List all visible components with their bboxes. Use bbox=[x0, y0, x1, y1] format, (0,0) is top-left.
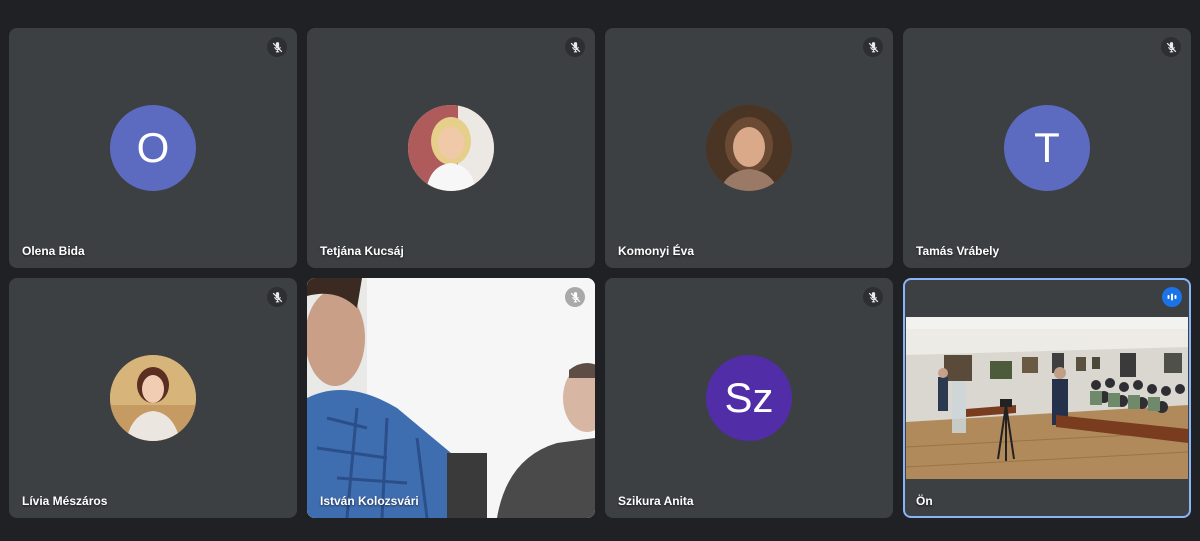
profile-photo bbox=[408, 105, 494, 191]
self-tile[interactable]: Ön bbox=[903, 278, 1191, 518]
participant-tile[interactable]: Lívia Mészáros bbox=[9, 278, 297, 518]
mic-off-icon bbox=[863, 287, 883, 307]
avatar bbox=[706, 105, 792, 191]
participant-tile[interactable]: István Kolozsvári bbox=[307, 278, 595, 518]
avatar bbox=[110, 355, 196, 441]
participant-name: Szikura Anita bbox=[618, 494, 694, 508]
mic-off-icon bbox=[565, 37, 585, 57]
profile-photo bbox=[706, 105, 792, 191]
participant-name: Olena Bida bbox=[22, 244, 85, 258]
avatar-initial: O bbox=[136, 124, 170, 171]
avatar: O bbox=[110, 105, 196, 191]
participant-name: Ön bbox=[916, 494, 933, 508]
video-feed bbox=[307, 278, 595, 518]
avatar-initial: T bbox=[1034, 124, 1060, 171]
avatar-initial: Sz bbox=[724, 374, 774, 421]
participant-tile[interactable]: O Olena Bida bbox=[9, 28, 297, 268]
participant-tile[interactable]: Tetjána Kucsáj bbox=[307, 28, 595, 268]
participant-name: Tetjána Kucsáj bbox=[320, 244, 404, 258]
participant-tile[interactable]: T Tamás Vrábely bbox=[903, 28, 1191, 268]
mic-off-icon bbox=[863, 37, 883, 57]
profile-photo bbox=[110, 355, 196, 441]
participant-tile[interactable]: Komonyi Éva bbox=[605, 28, 893, 268]
audio-level-icon bbox=[1162, 287, 1182, 307]
avatar: T bbox=[1004, 105, 1090, 191]
mic-off-icon bbox=[267, 37, 287, 57]
participant-grid: O Olena Bida Tetjána Kucsáj Komonyi Éva … bbox=[0, 0, 1200, 541]
participant-name: Tamás Vrábely bbox=[916, 244, 1000, 258]
avatar: Sz bbox=[706, 355, 792, 441]
participant-tile[interactable]: Sz Szikura Anita bbox=[605, 278, 893, 518]
participant-name: Komonyi Éva bbox=[618, 244, 695, 258]
mic-off-icon bbox=[267, 287, 287, 307]
participant-name: István Kolozsvári bbox=[320, 494, 419, 508]
mic-off-icon bbox=[1161, 37, 1181, 57]
participant-name: Lívia Mészáros bbox=[22, 494, 108, 508]
self-video-feed bbox=[906, 317, 1188, 479]
avatar bbox=[408, 105, 494, 191]
mic-off-icon bbox=[565, 287, 585, 307]
